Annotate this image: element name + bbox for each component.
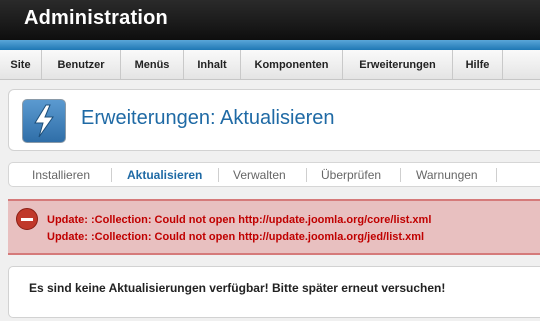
admin-header: Administration bbox=[0, 0, 540, 40]
page-toolbar: Erweiterungen: Aktualisieren bbox=[8, 89, 540, 151]
tab-separator bbox=[306, 168, 307, 182]
error-message-box: Update: :Collection: Could not open http… bbox=[8, 199, 540, 255]
menu-item-erweiterungen[interactable]: Erweiterungen bbox=[343, 50, 453, 79]
page-title: Erweiterungen: Aktualisieren bbox=[81, 107, 335, 129]
tab-separator bbox=[218, 168, 219, 182]
error-line: Update: :Collection: Could not open http… bbox=[47, 231, 425, 243]
menu-item-komponenten[interactable]: Komponenten bbox=[241, 50, 343, 79]
error-icon bbox=[16, 208, 38, 230]
menu-item-hilfe[interactable]: Hilfe bbox=[453, 50, 503, 79]
error-line: Update: :Collection: Could not open http… bbox=[47, 214, 432, 226]
tab-ueberpruefen[interactable]: Überprüfen bbox=[321, 168, 381, 182]
info-message-text: Es sind keine Aktualisierungen verfügbar… bbox=[29, 281, 446, 295]
menu-item-site[interactable]: Site bbox=[0, 50, 42, 79]
tab-separator bbox=[400, 168, 401, 182]
tab-aktualisieren[interactable]: Aktualisieren bbox=[127, 168, 202, 182]
lightning-icon bbox=[22, 99, 66, 143]
tab-separator bbox=[496, 168, 497, 182]
menu-item-inhalt[interactable]: Inhalt bbox=[184, 50, 241, 79]
main-menu: Site Benutzer Menüs Inhalt Komponenten E… bbox=[0, 50, 540, 80]
info-message-box: Es sind keine Aktualisierungen verfügbar… bbox=[8, 266, 540, 318]
header-stripe bbox=[0, 40, 540, 50]
tab-verwalten[interactable]: Verwalten bbox=[233, 168, 286, 182]
tab-warnungen[interactable]: Warnungen bbox=[416, 168, 478, 182]
menu-item-menues[interactable]: Menüs bbox=[121, 50, 184, 79]
submenu-tabs: Installieren Aktualisieren Verwalten Übe… bbox=[8, 162, 540, 187]
admin-title: Administration bbox=[24, 7, 168, 29]
menu-item-benutzer[interactable]: Benutzer bbox=[42, 50, 121, 79]
tab-installieren[interactable]: Installieren bbox=[32, 168, 90, 182]
tab-separator bbox=[111, 168, 112, 182]
